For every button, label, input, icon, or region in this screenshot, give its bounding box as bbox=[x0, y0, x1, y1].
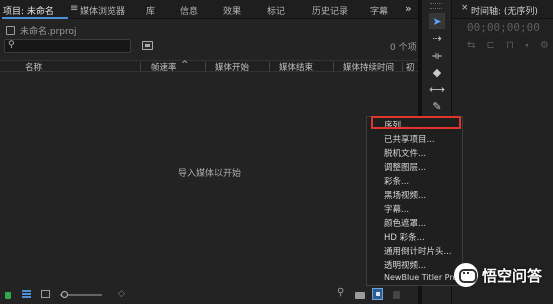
sort-ascending-icon[interactable]: ^ bbox=[181, 60, 189, 70]
menu-item-adjustment-layer[interactable]: 调整图层... bbox=[384, 161, 426, 173]
column-media-duration[interactable]: 媒体持续时间 bbox=[343, 61, 394, 73]
menu-item-countdown-leader[interactable]: 通用倒计时片头... bbox=[384, 245, 452, 257]
column-media-start[interactable]: 媒体开始 bbox=[215, 61, 249, 73]
zoom-slider[interactable] bbox=[60, 291, 102, 298]
item-count: 0 个项 bbox=[390, 43, 417, 53]
search-box[interactable]: ⚲ bbox=[4, 39, 131, 53]
column-name[interactable]: 名称 bbox=[25, 61, 42, 73]
panel-grip[interactable] bbox=[430, 3, 442, 9]
watermark-text: 悟空问答 bbox=[482, 266, 543, 285]
tab-info[interactable]: 信息 bbox=[180, 4, 198, 17]
tab-effects[interactable]: 效果 bbox=[223, 4, 241, 17]
tab-library[interactable]: 库 bbox=[146, 4, 155, 17]
menu-item-bars-and-tone[interactable]: 彩条... bbox=[384, 175, 409, 187]
menu-item-newblue-titler[interactable]: NewBlue Titler Pro... bbox=[384, 273, 465, 282]
project-file-row: 未命名.prproj bbox=[6, 24, 77, 37]
menu-item-transparent-video[interactable]: 透明视频... bbox=[384, 259, 426, 271]
new-item-menu: 序列... 已共享项目... 脱机文件... 调整图层... 彩条... 黑场视… bbox=[366, 116, 465, 286]
tab-history[interactable]: 历史记录 bbox=[312, 4, 348, 17]
watermark: 悟空问答 bbox=[454, 262, 542, 288]
close-icon[interactable]: × bbox=[461, 3, 469, 13]
icon-view-icon[interactable] bbox=[41, 290, 50, 298]
sort-icons-icon[interactable]: ◇ bbox=[118, 289, 125, 299]
ripple-edit-tool-icon[interactable]: ⟛ bbox=[429, 48, 445, 64]
empty-message: 导入媒体以开始 bbox=[178, 169, 242, 179]
menu-item-color-matte[interactable]: 颜色遮罩... bbox=[384, 217, 426, 229]
razor-tool-icon[interactable]: ◆ bbox=[429, 65, 445, 81]
column-header: 名称 帧速率 ^ 媒体开始 媒体结束 媒体持续时间 初 bbox=[0, 60, 418, 73]
timeline-tab-bar: × 时间轴: (无序列) bbox=[452, 0, 553, 19]
project-panel: 项目: 未命名 ≡ 媒体浏览器 库 信息 效果 标记 历史记录 字幕 » 未命名… bbox=[0, 0, 418, 304]
tab-overflow-icon[interactable]: » bbox=[405, 2, 412, 15]
menu-item-shared-project[interactable]: 已共享项目... bbox=[384, 133, 435, 145]
tab-project[interactable]: 项目: 未命名 bbox=[3, 4, 54, 17]
zoom-slider-knob[interactable] bbox=[61, 291, 68, 298]
lock-icon[interactable] bbox=[5, 292, 11, 299]
column-frame-rate[interactable]: 帧速率 bbox=[151, 61, 177, 73]
timeline-title[interactable]: 时间轴: (无序列) bbox=[471, 4, 538, 17]
column-divider[interactable] bbox=[140, 62, 141, 71]
slip-tool-icon[interactable]: ⟷ bbox=[429, 82, 445, 98]
pen-tool-icon[interactable]: ✎ bbox=[429, 99, 445, 115]
tab-markers[interactable]: 标记 bbox=[267, 4, 285, 17]
menu-highlight-box bbox=[371, 116, 461, 129]
project-tab-bar: 项目: 未命名 ≡ 媒体浏览器 库 信息 效果 标记 历史记录 字幕 » bbox=[0, 0, 418, 19]
wukong-logo-icon bbox=[454, 263, 478, 287]
search-icon: ⚲ bbox=[8, 40, 15, 50]
panel-menu-icon[interactable]: ≡ bbox=[70, 3, 78, 14]
timeline-panel: × 时间轴: (无序列) 00;00;00;00 ⇆ ⊏ ⊓ ⬩ ⚙ bbox=[451, 0, 553, 304]
project-file-icon bbox=[6, 26, 15, 35]
menu-item-offline-file[interactable]: 脱机文件... bbox=[384, 147, 426, 159]
tab-captions[interactable]: 字幕 bbox=[370, 4, 388, 17]
timecode-display[interactable]: 00;00;00;00 bbox=[467, 21, 540, 34]
menu-item-caption[interactable]: 字幕... bbox=[384, 203, 409, 215]
search-input[interactable] bbox=[19, 41, 127, 52]
track-select-tool-icon[interactable]: ⇢ bbox=[429, 31, 445, 47]
column-divider[interactable] bbox=[269, 62, 270, 71]
column-truncated[interactable]: 初 bbox=[406, 61, 415, 73]
tab-media-browser[interactable]: 媒体浏览器 bbox=[80, 4, 125, 17]
column-media-end[interactable]: 媒体结束 bbox=[279, 61, 313, 73]
trash-icon[interactable] bbox=[393, 291, 400, 299]
menu-item-black-video[interactable]: 黑场视频... bbox=[384, 189, 426, 201]
new-bin-folder-icon[interactable] bbox=[355, 292, 365, 299]
new-item-icon[interactable] bbox=[372, 288, 383, 300]
column-divider[interactable] bbox=[333, 62, 334, 71]
find-icon[interactable]: ⚲ bbox=[337, 287, 344, 298]
column-divider[interactable] bbox=[205, 62, 206, 71]
active-tab-indicator bbox=[2, 17, 68, 19]
new-search-bin-icon[interactable] bbox=[142, 41, 153, 50]
list-view-icon[interactable] bbox=[22, 290, 31, 298]
column-divider[interactable] bbox=[402, 62, 403, 71]
selection-tool-icon[interactable]: ➤ bbox=[429, 13, 445, 29]
timeline-tools-icons: ⇆ ⊏ ⊓ ⬩ ⚙ bbox=[467, 40, 553, 51]
project-file-name: 未命名.prproj bbox=[20, 27, 77, 37]
menu-item-hd-bars[interactable]: HD 彩条... bbox=[384, 231, 425, 243]
project-bottom-toolbar: ◇ ⚲ bbox=[0, 286, 418, 304]
